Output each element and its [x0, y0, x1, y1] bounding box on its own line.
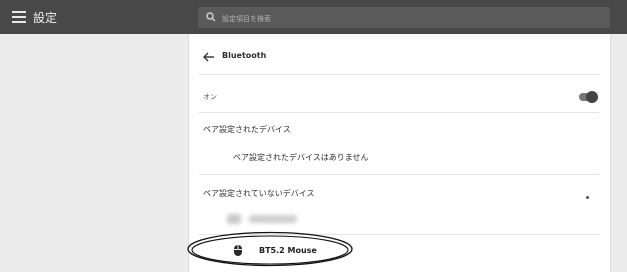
page-title: Bluetooth	[222, 51, 267, 60]
device-item-bt52-mouse[interactable]: BT5.2 Mouse	[201, 236, 599, 266]
blurred-device-item[interactable]	[227, 210, 301, 226]
search-input[interactable]	[220, 9, 604, 28]
search-icon	[206, 12, 216, 22]
hamburger-icon[interactable]	[12, 11, 26, 23]
toggle-knob	[586, 91, 598, 103]
no-paired-devices-text: ペア設定されたデバイスはありません	[233, 153, 369, 162]
bluetooth-toggle[interactable]	[579, 91, 598, 103]
top-app-bar: 設定	[0, 0, 627, 34]
app-title: 設定	[33, 11, 58, 25]
scanning-spinner-icon	[586, 196, 589, 199]
device-name: BT5.2 Mouse	[259, 246, 317, 255]
search-bar[interactable]	[198, 7, 610, 28]
mouse-icon	[234, 245, 242, 256]
unpaired-devices-heading: ペア設定されていないデバイス	[203, 189, 315, 198]
divider	[199, 234, 599, 235]
arrow-left-icon[interactable]	[203, 52, 215, 62]
divider	[199, 74, 599, 75]
divider	[199, 112, 599, 113]
bluetooth-toggle-label: オン	[203, 93, 217, 101]
divider	[199, 174, 599, 175]
paired-devices-heading: ペア設定されたデバイス	[203, 125, 291, 134]
bluetooth-settings-panel: Bluetooth オン ペア設定されたデバイス ペア設定されたデバイスはありま…	[188, 34, 611, 272]
